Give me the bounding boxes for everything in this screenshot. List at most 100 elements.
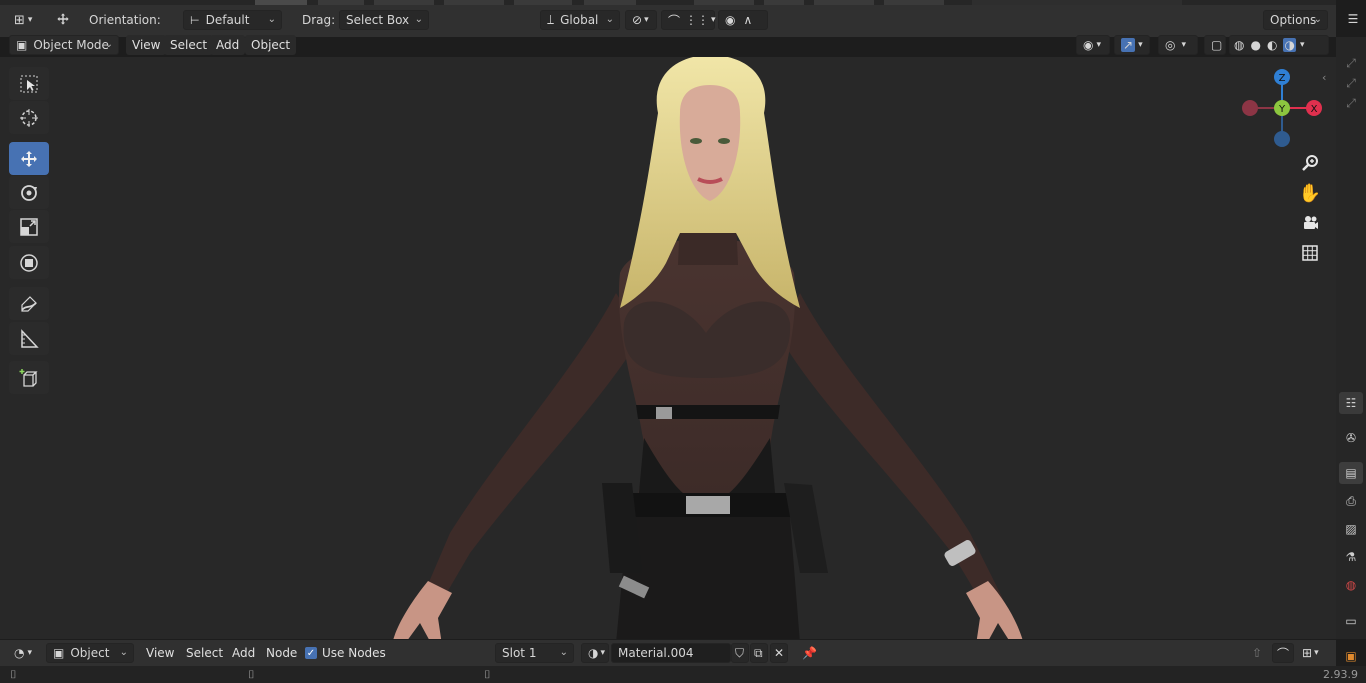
snap-group[interactable]: ⌒ ⋮⋮ ▾ <box>661 10 716 30</box>
outliner-toggle-icon[interactable]: ☰ <box>1342 8 1364 30</box>
world-properties-icon[interactable]: ◍ <box>1339 574 1363 596</box>
tool-settings-icon[interactable]: ☷ <box>1339 392 1363 414</box>
gizmo-toggle[interactable]: ↗ ▾ <box>1114 35 1150 55</box>
snap-node-element-dropdown[interactable]: ⊞ ▾ <box>1296 643 1326 663</box>
workspace-tab[interactable] <box>694 0 754 5</box>
proportional-edit-icon[interactable]: ◉ <box>725 13 735 27</box>
overlays-icon: ◎ <box>1165 38 1176 52</box>
keyframe-icon[interactable]: ⤢ <box>1339 52 1363 74</box>
collection-properties-icon[interactable]: ▭ <box>1339 610 1363 632</box>
mouse-left-icon: ⌷ <box>10 668 17 681</box>
material-slot-dropdown[interactable]: Slot 1 ⌄ <box>495 643 574 663</box>
workspace-tab[interactable] <box>764 0 804 5</box>
editor-type-dropdown[interactable]: ⊞ ▾ <box>8 10 40 30</box>
select-box-tool[interactable] <box>9 67 49 100</box>
drag-dropdown[interactable]: Select Box ⌄ <box>339 10 429 30</box>
overlays-toggle[interactable]: ◎ ▾ <box>1158 35 1198 55</box>
pin-icon[interactable]: 📌 <box>796 643 818 663</box>
node-add-menu[interactable]: Add <box>226 643 261 663</box>
status-bar <box>0 666 1366 683</box>
workspace-tab[interactable] <box>814 0 874 5</box>
orientation-label: Orientation: <box>89 13 161 27</box>
visibility-dropdown[interactable]: ◉ ▾ <box>1076 35 1110 55</box>
view-menu[interactable]: View <box>126 35 167 55</box>
material-sphere-icon: ◑ <box>588 646 599 660</box>
use-nodes-checkbox[interactable]: ✓ <box>305 647 317 659</box>
perspective-grid-icon[interactable] <box>1299 242 1321 264</box>
gizmo-y-label: Y <box>1278 104 1286 115</box>
node-snap-icon[interactable]: ⌒ <box>1272 643 1294 663</box>
pan-hand-icon[interactable]: ✋ <box>1299 182 1321 204</box>
node-select-menu[interactable]: Select <box>180 643 229 663</box>
zoom-icon[interactable] <box>1299 152 1321 174</box>
move-tool-icon[interactable] <box>50 9 76 29</box>
parent-node-tree-icon[interactable]: ⇧ <box>1246 643 1268 663</box>
move-tool[interactable] <box>9 142 49 175</box>
tool-properties-icon[interactable]: ✇ <box>1339 427 1363 449</box>
editor-type-icon: ⊞ <box>14 12 25 28</box>
unlink-material-icon[interactable]: ✕ <box>770 643 788 663</box>
gizmo-icon: ↗ <box>1121 38 1136 52</box>
workspace-tab[interactable] <box>374 0 434 5</box>
proportional-edit-group[interactable]: ◉ ∧ <box>718 10 768 30</box>
falloff-curve-icon[interactable]: ∧ <box>743 13 752 27</box>
navigation-gizmo[interactable]: Z X Y <box>1240 65 1326 151</box>
add-cube-tool[interactable] <box>9 361 49 394</box>
node-view-menu[interactable]: View <box>140 643 180 663</box>
node-menu[interactable]: Node <box>260 643 303 663</box>
snap-magnet-icon[interactable]: ⌒ <box>668 12 680 29</box>
duplicate-material-icon[interactable]: ⧉ <box>750 643 768 663</box>
gizmo-z-label: Z <box>1279 73 1286 84</box>
gizmo-neg-x-axis[interactable] <box>1242 100 1258 116</box>
scene-selector[interactable] <box>972 0 1182 5</box>
object-properties-icon[interactable]: ▣ <box>1339 645 1363 667</box>
add-menu[interactable]: Add <box>210 35 246 55</box>
scale-tool[interactable] <box>9 210 49 243</box>
object-icon: ▣ <box>53 646 65 660</box>
wireframe-shading-icon[interactable]: ◍ <box>1234 38 1244 52</box>
select-menu[interactable]: Select <box>164 35 214 55</box>
camera-view-icon[interactable] <box>1299 212 1321 234</box>
pivot-point-dropdown[interactable]: ⊘ ▾ <box>625 10 657 30</box>
3d-viewport[interactable]: Z X Y ✋ ‹ <box>0 57 1336 639</box>
material-shading-icon[interactable]: ◐ <box>1267 38 1277 52</box>
use-nodes-toggle[interactable]: ✓ Use Nodes <box>305 646 386 660</box>
output-properties-icon[interactable]: ⎙ <box>1339 490 1363 512</box>
workspace-tab[interactable] <box>884 0 944 5</box>
character-model[interactable] <box>380 57 1040 639</box>
xray-toggle[interactable]: ▢ <box>1204 35 1226 55</box>
workspace-tab[interactable] <box>584 0 636 5</box>
workspace-tab[interactable] <box>444 0 504 5</box>
workspace-tab[interactable] <box>318 0 364 5</box>
workspace-tab-active[interactable] <box>255 0 307 5</box>
transform-tool[interactable] <box>9 246 49 279</box>
object-menu[interactable]: Object <box>245 35 297 55</box>
keyframe-icon[interactable]: ⤢ <box>1339 72 1363 94</box>
rendered-shading-icon[interactable]: ◑ <box>1283 38 1296 52</box>
cursor-tool[interactable] <box>9 101 49 134</box>
snap-target-icon[interactable]: ⋮⋮ <box>685 13 709 27</box>
shader-type-dropdown[interactable]: ▣ Object ⌄ <box>46 643 134 663</box>
measure-tool[interactable] <box>9 322 49 355</box>
transform-orientation-dropdown[interactable]: ⟘ Global ⌄ <box>540 10 620 30</box>
annotate-tool[interactable] <box>9 287 49 320</box>
mode-dropdown[interactable]: ▣ Object Mode ⌄ <box>9 35 119 55</box>
eye-icon: ◉ <box>1083 38 1094 52</box>
rotate-tool[interactable] <box>9 176 49 209</box>
scene-properties-icon[interactable]: ⚗ <box>1339 546 1363 568</box>
collapse-sidebar-icon[interactable]: ‹ <box>1322 71 1326 84</box>
keyframe-icon[interactable]: ⤢ <box>1339 92 1363 114</box>
view-layer-icon[interactable]: ▨ <box>1339 518 1363 540</box>
fake-user-shield-icon[interactable]: ⛉ <box>731 643 749 663</box>
options-dropdown[interactable]: Options ⌄ <box>1263 10 1328 30</box>
solid-shading-icon[interactable]: ● <box>1250 38 1260 52</box>
mouse-middle-icon: ⌷ <box>248 668 255 681</box>
orientation-dropdown[interactable]: ⊢ Default ⌄ <box>183 10 282 30</box>
editor-type-dropdown[interactable]: ◔ ▾ <box>8 643 42 663</box>
material-name-field[interactable]: Material.004 <box>611 643 731 663</box>
shading-modes[interactable]: ◍ ● ◐ ◑ ▾ <box>1229 35 1329 55</box>
gizmo-neg-z-axis[interactable] <box>1274 131 1290 147</box>
workspace-tab[interactable] <box>514 0 572 5</box>
browse-material-button[interactable]: ◑ ▾ <box>581 643 609 663</box>
render-properties-icon[interactable]: ▤ <box>1339 462 1363 484</box>
